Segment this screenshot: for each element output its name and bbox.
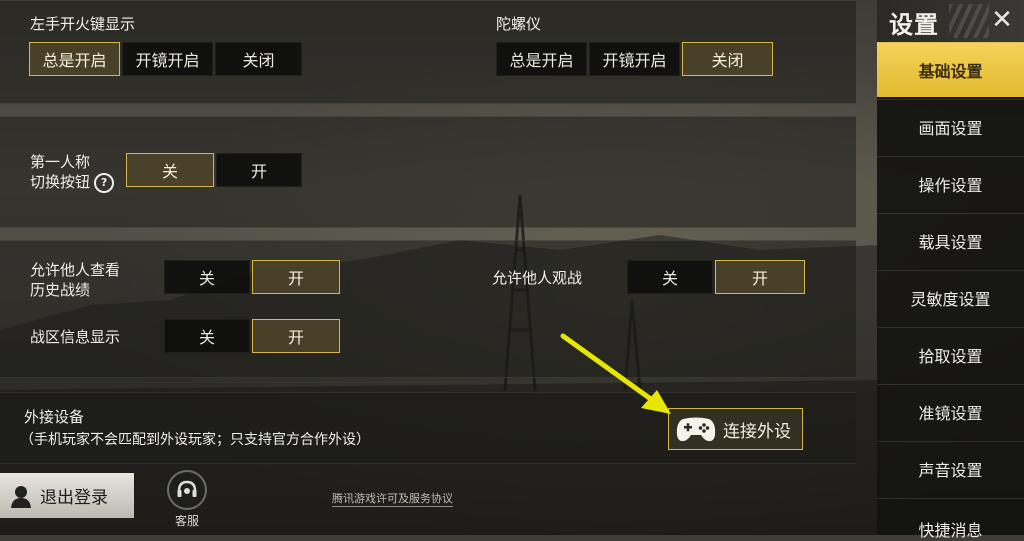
zone-info-option-off[interactable]: 关 bbox=[164, 319, 250, 353]
sidebar-item-sensitivity[interactable]: 灵敏度设置 bbox=[877, 270, 1024, 325]
logout-button[interactable]: 退出登录 bbox=[0, 473, 134, 518]
user-icon bbox=[11, 485, 31, 508]
gyro-option-off[interactable]: 关闭 bbox=[682, 42, 773, 76]
gamepad-icon bbox=[676, 417, 716, 442]
gyro-option-always[interactable]: 总是开启 bbox=[496, 42, 587, 76]
first-person-option-off[interactable]: 关 bbox=[126, 153, 214, 187]
left-fire-segmented: 总是开启 开镜开启 关闭 bbox=[29, 42, 304, 76]
external-device-title: 外接设备 bbox=[24, 408, 85, 426]
allow-history-label-line1: 允许他人查看 bbox=[30, 261, 121, 279]
allow-history-option-off[interactable]: 关 bbox=[164, 260, 250, 294]
sidebar-item-pickup[interactable]: 拾取设置 bbox=[877, 327, 1024, 382]
annotation-arrow bbox=[560, 333, 671, 414]
customer-service-button[interactable]: 客服 bbox=[162, 470, 212, 528]
gyro-label: 陀螺仪 bbox=[496, 15, 542, 33]
first-person-option-on[interactable]: 开 bbox=[216, 153, 302, 187]
allow-spectate-segmented: 关 开 bbox=[627, 260, 807, 294]
header-decoration bbox=[949, 4, 989, 38]
left-fire-label: 左手开火键显示 bbox=[30, 15, 136, 33]
gyro-segmented: 总是开启 开镜开启 关闭 bbox=[496, 42, 775, 76]
left-fire-option-scope[interactable]: 开镜开启 bbox=[122, 42, 213, 76]
sidebar-item-sound[interactable]: 声音设置 bbox=[877, 441, 1024, 496]
first-person-label: 第一人称 切换按钮? bbox=[30, 152, 115, 193]
zone-info-segmented: 关 开 bbox=[164, 319, 342, 353]
agreement-link[interactable]: 腾讯游戏许可及服务协议 bbox=[332, 490, 453, 507]
allow-history-segmented: 关 开 bbox=[164, 260, 342, 294]
headset-icon bbox=[167, 470, 207, 510]
sidebar-item-vehicle[interactable]: 载具设置 bbox=[877, 213, 1024, 268]
sidebar-item-controls[interactable]: 操作设置 bbox=[877, 156, 1024, 211]
customer-service-label: 客服 bbox=[174, 514, 199, 528]
gyro-option-scope[interactable]: 开镜开启 bbox=[589, 42, 680, 76]
allow-history-label-line2: 历史战绩 bbox=[30, 281, 91, 299]
left-fire-option-off[interactable]: 关闭 bbox=[215, 42, 302, 76]
allow-spectate-option-off[interactable]: 关 bbox=[627, 260, 713, 294]
sidebar-item-quick-message[interactable]: 快捷消息 bbox=[877, 498, 1024, 540]
left-fire-option-always[interactable]: 总是开启 bbox=[29, 42, 120, 76]
zone-info-option-on[interactable]: 开 bbox=[252, 319, 340, 353]
logout-label: 退出登录 bbox=[40, 488, 108, 508]
close-icon[interactable]: ✕ bbox=[988, 6, 1016, 34]
connect-device-button[interactable]: 连接外设 bbox=[668, 408, 803, 450]
allow-spectate-option-on[interactable]: 开 bbox=[715, 260, 805, 294]
sidebar-item-basic[interactable]: 基础设置 bbox=[877, 42, 1024, 97]
external-device-note: （手机玩家不会匹配到外设玩家；只支持官方合作外设） bbox=[20, 432, 370, 448]
first-person-segmented: 关 开 bbox=[126, 153, 304, 187]
first-person-label-line1: 第一人称 bbox=[30, 153, 91, 171]
settings-sidebar: 设置 ✕ 基础设置 画面设置 操作设置 载具设置 灵敏度设置 拾取设置 准镜设置… bbox=[877, 0, 1024, 540]
allow-history-label: 允许他人查看 历史战绩 bbox=[30, 260, 120, 300]
first-person-label-line2: 切换按钮? bbox=[30, 172, 115, 193]
question-icon[interactable]: ? bbox=[94, 172, 115, 193]
zone-info-label: 战区信息显示 bbox=[30, 328, 121, 346]
connect-device-label: 连接外设 bbox=[723, 421, 791, 442]
sidebar-item-graphics[interactable]: 画面设置 bbox=[877, 99, 1024, 154]
allow-history-option-on[interactable]: 开 bbox=[252, 260, 340, 294]
sidebar-header: 设置 ✕ bbox=[877, 0, 1024, 42]
settings-title: 设置 bbox=[889, 11, 939, 39]
allow-spectate-label: 允许他人观战 bbox=[492, 269, 583, 287]
sidebar-item-scope[interactable]: 准镜设置 bbox=[877, 384, 1024, 439]
